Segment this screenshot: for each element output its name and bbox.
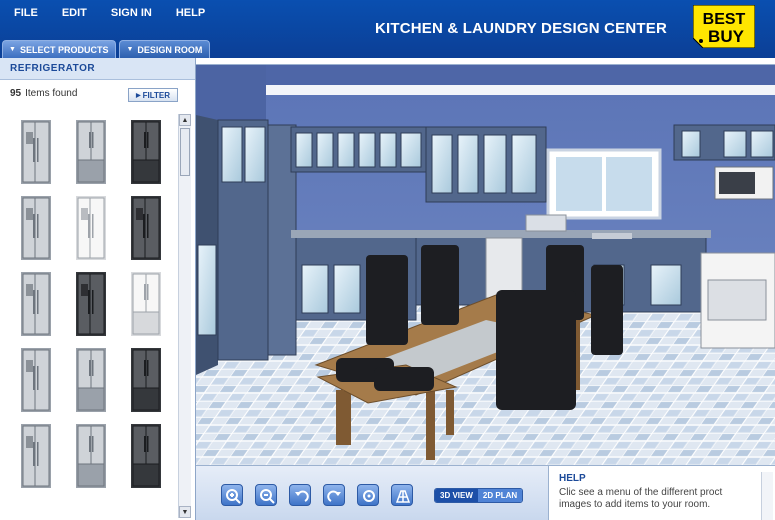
tab-design-room[interactable]: ▼ DESIGN ROOM bbox=[119, 40, 211, 58]
product-thumbnail[interactable] bbox=[120, 346, 172, 416]
product-thumbnail[interactable] bbox=[120, 118, 172, 188]
menu-edit[interactable]: EDIT bbox=[62, 0, 87, 26]
view-toolbar: 3D VIEW 2D PLAN bbox=[196, 465, 548, 520]
logo-line2: BUY bbox=[708, 27, 745, 46]
rotate-left-icon bbox=[295, 490, 309, 502]
filter-button[interactable]: ▶ FILTER bbox=[128, 88, 178, 102]
tab-select-products[interactable]: ▼ SELECT PRODUCTS bbox=[2, 40, 117, 58]
view-3d-button[interactable]: 3D VIEW bbox=[435, 489, 478, 502]
zoom-in-button[interactable] bbox=[221, 484, 243, 506]
play-icon: ▶ bbox=[135, 92, 141, 99]
product-thumbnail[interactable] bbox=[10, 194, 62, 264]
refrigerator-icon bbox=[76, 272, 106, 336]
chevron-down-icon: ▼ bbox=[126, 45, 134, 53]
menu-sign-in[interactable]: SIGN IN bbox=[111, 0, 152, 26]
scroll-up-icon[interactable]: ▲ bbox=[179, 114, 191, 126]
logo-line1: BEST bbox=[703, 11, 746, 28]
refrigerator-icon bbox=[21, 120, 51, 184]
product-thumbnail[interactable] bbox=[65, 194, 117, 264]
tab-label: DESIGN ROOM bbox=[137, 44, 203, 55]
product-thumbnail[interactable] bbox=[10, 346, 62, 416]
refrigerator-icon bbox=[131, 272, 161, 336]
product-thumbnail[interactable] bbox=[120, 422, 172, 492]
app-title: KITCHEN & LAUNDRY DESIGN CENTER bbox=[374, 20, 667, 37]
help-scrollbar[interactable] bbox=[761, 472, 773, 520]
product-thumbnail[interactable] bbox=[65, 270, 117, 340]
product-grid bbox=[4, 112, 176, 517]
product-thumbnail[interactable] bbox=[10, 422, 62, 492]
scrollbar-thumb[interactable] bbox=[180, 128, 190, 176]
scroll-down-icon[interactable]: ▼ bbox=[179, 506, 191, 518]
menu-help[interactable]: HELP bbox=[176, 0, 205, 26]
refrigerator-icon bbox=[21, 348, 51, 412]
product-thumbnail[interactable] bbox=[10, 118, 62, 188]
filter-label: FILTER bbox=[142, 90, 171, 100]
rotate-left-button[interactable] bbox=[289, 484, 311, 506]
refrigerator-icon bbox=[21, 424, 51, 488]
help-panel: HELP Clic see a menu of the different pr… bbox=[548, 465, 775, 520]
catalog-scrollbar[interactable]: ▲ ▼ bbox=[178, 114, 191, 518]
refrigerator-icon bbox=[131, 120, 161, 184]
refrigerator-icon bbox=[21, 196, 51, 260]
zoom-out-button[interactable] bbox=[255, 484, 277, 506]
tab-label: SELECT PRODUCTS bbox=[19, 44, 109, 55]
product-thumbnail[interactable] bbox=[65, 346, 117, 416]
app-header: FILE EDIT SIGN IN HELP KITCHEN & LAUNDRY… bbox=[0, 0, 775, 58]
item-count-number: 95 bbox=[10, 87, 22, 99]
refrigerator-icon bbox=[21, 272, 51, 336]
item-count-label: Items found bbox=[25, 87, 78, 99]
refrigerator-icon bbox=[76, 196, 106, 260]
view-2d-plan-button[interactable]: 2D PLAN bbox=[477, 489, 523, 502]
refrigerator-icon bbox=[131, 424, 161, 488]
floor-grid-button[interactable] bbox=[391, 484, 413, 506]
floor-grid-icon bbox=[395, 490, 411, 503]
product-catalog-panel: REFRIGERATOR 95 Items found ▶ FILTER ▲ ▼ bbox=[0, 58, 196, 520]
product-thumbnail[interactable] bbox=[120, 194, 172, 264]
tab-bar: ▼ SELECT PRODUCTS ▼ DESIGN ROOM bbox=[2, 40, 213, 58]
refrigerator-icon bbox=[76, 348, 106, 412]
product-thumbnail[interactable] bbox=[65, 422, 117, 492]
product-thumbnail[interactable] bbox=[10, 270, 62, 340]
rotate-right-icon bbox=[327, 490, 341, 502]
zoom-out-icon bbox=[260, 489, 275, 504]
room-3d-view[interactable] bbox=[196, 64, 775, 465]
reset-view-icon bbox=[363, 490, 375, 502]
view-toggle: 3D VIEW 2D PLAN bbox=[434, 488, 524, 503]
rotate-right-button[interactable] bbox=[323, 484, 345, 506]
product-thumbnail[interactable] bbox=[120, 270, 172, 340]
refrigerator-icon bbox=[76, 424, 106, 488]
zoom-in-icon bbox=[226, 489, 241, 504]
help-title: HELP bbox=[559, 473, 586, 484]
refrigerator-icon bbox=[131, 348, 161, 412]
best-buy-logo[interactable]: BEST BUY bbox=[692, 4, 756, 49]
refrigerator-icon bbox=[131, 196, 161, 260]
refrigerator-icon bbox=[76, 120, 106, 184]
help-text: Clic see a menu of the different proct i… bbox=[559, 487, 723, 510]
category-title: REFRIGERATOR bbox=[0, 58, 195, 80]
product-thumbnail[interactable] bbox=[65, 118, 117, 188]
menu-file[interactable]: FILE bbox=[14, 0, 38, 26]
menu-bar: FILE EDIT SIGN IN HELP bbox=[0, 0, 215, 26]
chevron-down-icon: ▼ bbox=[9, 45, 16, 53]
reset-view-button[interactable] bbox=[357, 484, 379, 506]
